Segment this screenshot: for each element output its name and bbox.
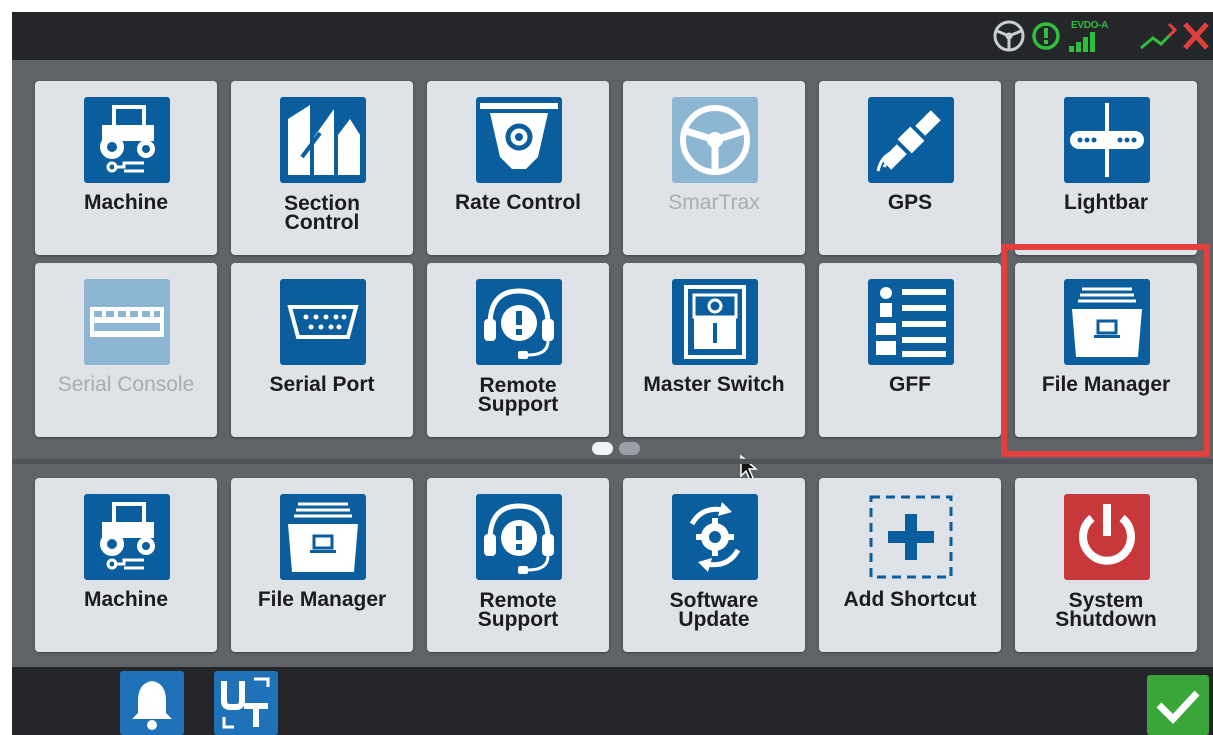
tile-remote-support[interactable]: Remote Support — [427, 263, 609, 437]
software-update-icon — [672, 494, 758, 580]
tile-smartrax[interactable]: SmarTrax — [623, 81, 805, 255]
headset-icon — [476, 279, 562, 365]
shortcut-remote-support[interactable]: Remote Support — [427, 478, 609, 652]
tractor-icon — [84, 494, 170, 580]
tile-label: Remote Support — [477, 589, 559, 631]
tile-label: Section Control — [284, 192, 360, 234]
serial-port-icon — [280, 279, 366, 365]
cell-signal-icon: EVDO-A — [1065, 18, 1135, 54]
alert-icon[interactable] — [1031, 18, 1061, 54]
shortcut-divider — [12, 459, 1213, 464]
tile-section-control[interactable]: Section Control — [231, 81, 413, 255]
tile-label: Machine — [83, 191, 169, 214]
bottom-bar — [12, 667, 1213, 735]
checkmark-icon — [1156, 690, 1200, 725]
tile-label: GFF — [889, 373, 931, 396]
lightbar-icon — [1064, 97, 1150, 183]
notifications-button[interactable] — [120, 671, 184, 735]
satellite-icon — [1139, 18, 1177, 54]
highlight-box — [1001, 244, 1210, 457]
status-icons: EVDO-A — [991, 16, 1211, 56]
shortcut-system-shutdown[interactable]: System Shutdown — [1015, 478, 1197, 652]
tile-gps[interactable]: GPS — [819, 81, 1001, 255]
serial-console-icon — [84, 279, 170, 365]
tile-label: Machine — [83, 588, 169, 611]
bell-icon — [132, 681, 172, 730]
tile-label: Software Update — [669, 589, 759, 631]
tile-serial-console[interactable]: Serial Console — [35, 263, 217, 437]
section-control-icon — [280, 97, 366, 183]
confirm-button[interactable] — [1147, 675, 1209, 735]
tile-label: Rate Control — [455, 191, 581, 214]
tile-label: System Shutdown — [1055, 589, 1157, 631]
rate-control-icon — [476, 97, 562, 183]
steering-wheel-icon — [672, 97, 758, 183]
headset-icon — [476, 494, 562, 580]
power-icon — [1064, 494, 1150, 580]
shortcut-software-update[interactable]: Software Update — [623, 478, 805, 652]
tile-label: File Manager — [257, 588, 387, 611]
page-dot-active[interactable] — [592, 442, 613, 455]
tile-label: Remote Support — [477, 374, 559, 416]
tractor-icon — [84, 97, 170, 183]
tile-label: Serial Console — [57, 373, 195, 396]
tile-label: Add Shortcut — [843, 588, 977, 611]
satellite-icon — [868, 97, 954, 183]
page-dot[interactable] — [619, 442, 640, 455]
steering-wheel-icon — [991, 18, 1027, 54]
tile-rate-control[interactable]: Rate Control — [427, 81, 609, 255]
ut-icon — [221, 677, 270, 729]
display-screen: EVDO-A Machine Section Control Rate Cont… — [12, 12, 1213, 735]
file-box-icon — [280, 494, 366, 580]
tile-label: SmarTrax — [668, 191, 760, 214]
tile-serial-port[interactable]: Serial Port — [231, 263, 413, 437]
tile-label: GPS — [887, 191, 933, 214]
tile-lightbar[interactable]: Lightbar — [1015, 81, 1197, 255]
shortcut-machine[interactable]: Machine — [35, 478, 217, 652]
master-switch-icon — [672, 279, 758, 365]
tile-label: Serial Port — [269, 373, 375, 396]
universal-terminal-button[interactable] — [214, 671, 278, 735]
tile-master-switch[interactable]: Master Switch — [623, 263, 805, 437]
page-indicator[interactable] — [592, 442, 640, 455]
shortcut-file-manager[interactable]: File Manager — [231, 478, 413, 652]
tile-label: Master Switch — [643, 373, 785, 396]
tile-label: Lightbar — [1064, 191, 1148, 214]
tile-gff[interactable]: GFF — [819, 263, 1001, 437]
tile-machine[interactable]: Machine — [35, 81, 217, 255]
add-plus-icon — [868, 494, 954, 580]
no-connection-icon — [1181, 18, 1211, 54]
shortcut-add[interactable]: Add Shortcut — [819, 478, 1001, 652]
gff-list-icon — [868, 279, 954, 365]
status-bar: EVDO-A — [12, 12, 1213, 60]
